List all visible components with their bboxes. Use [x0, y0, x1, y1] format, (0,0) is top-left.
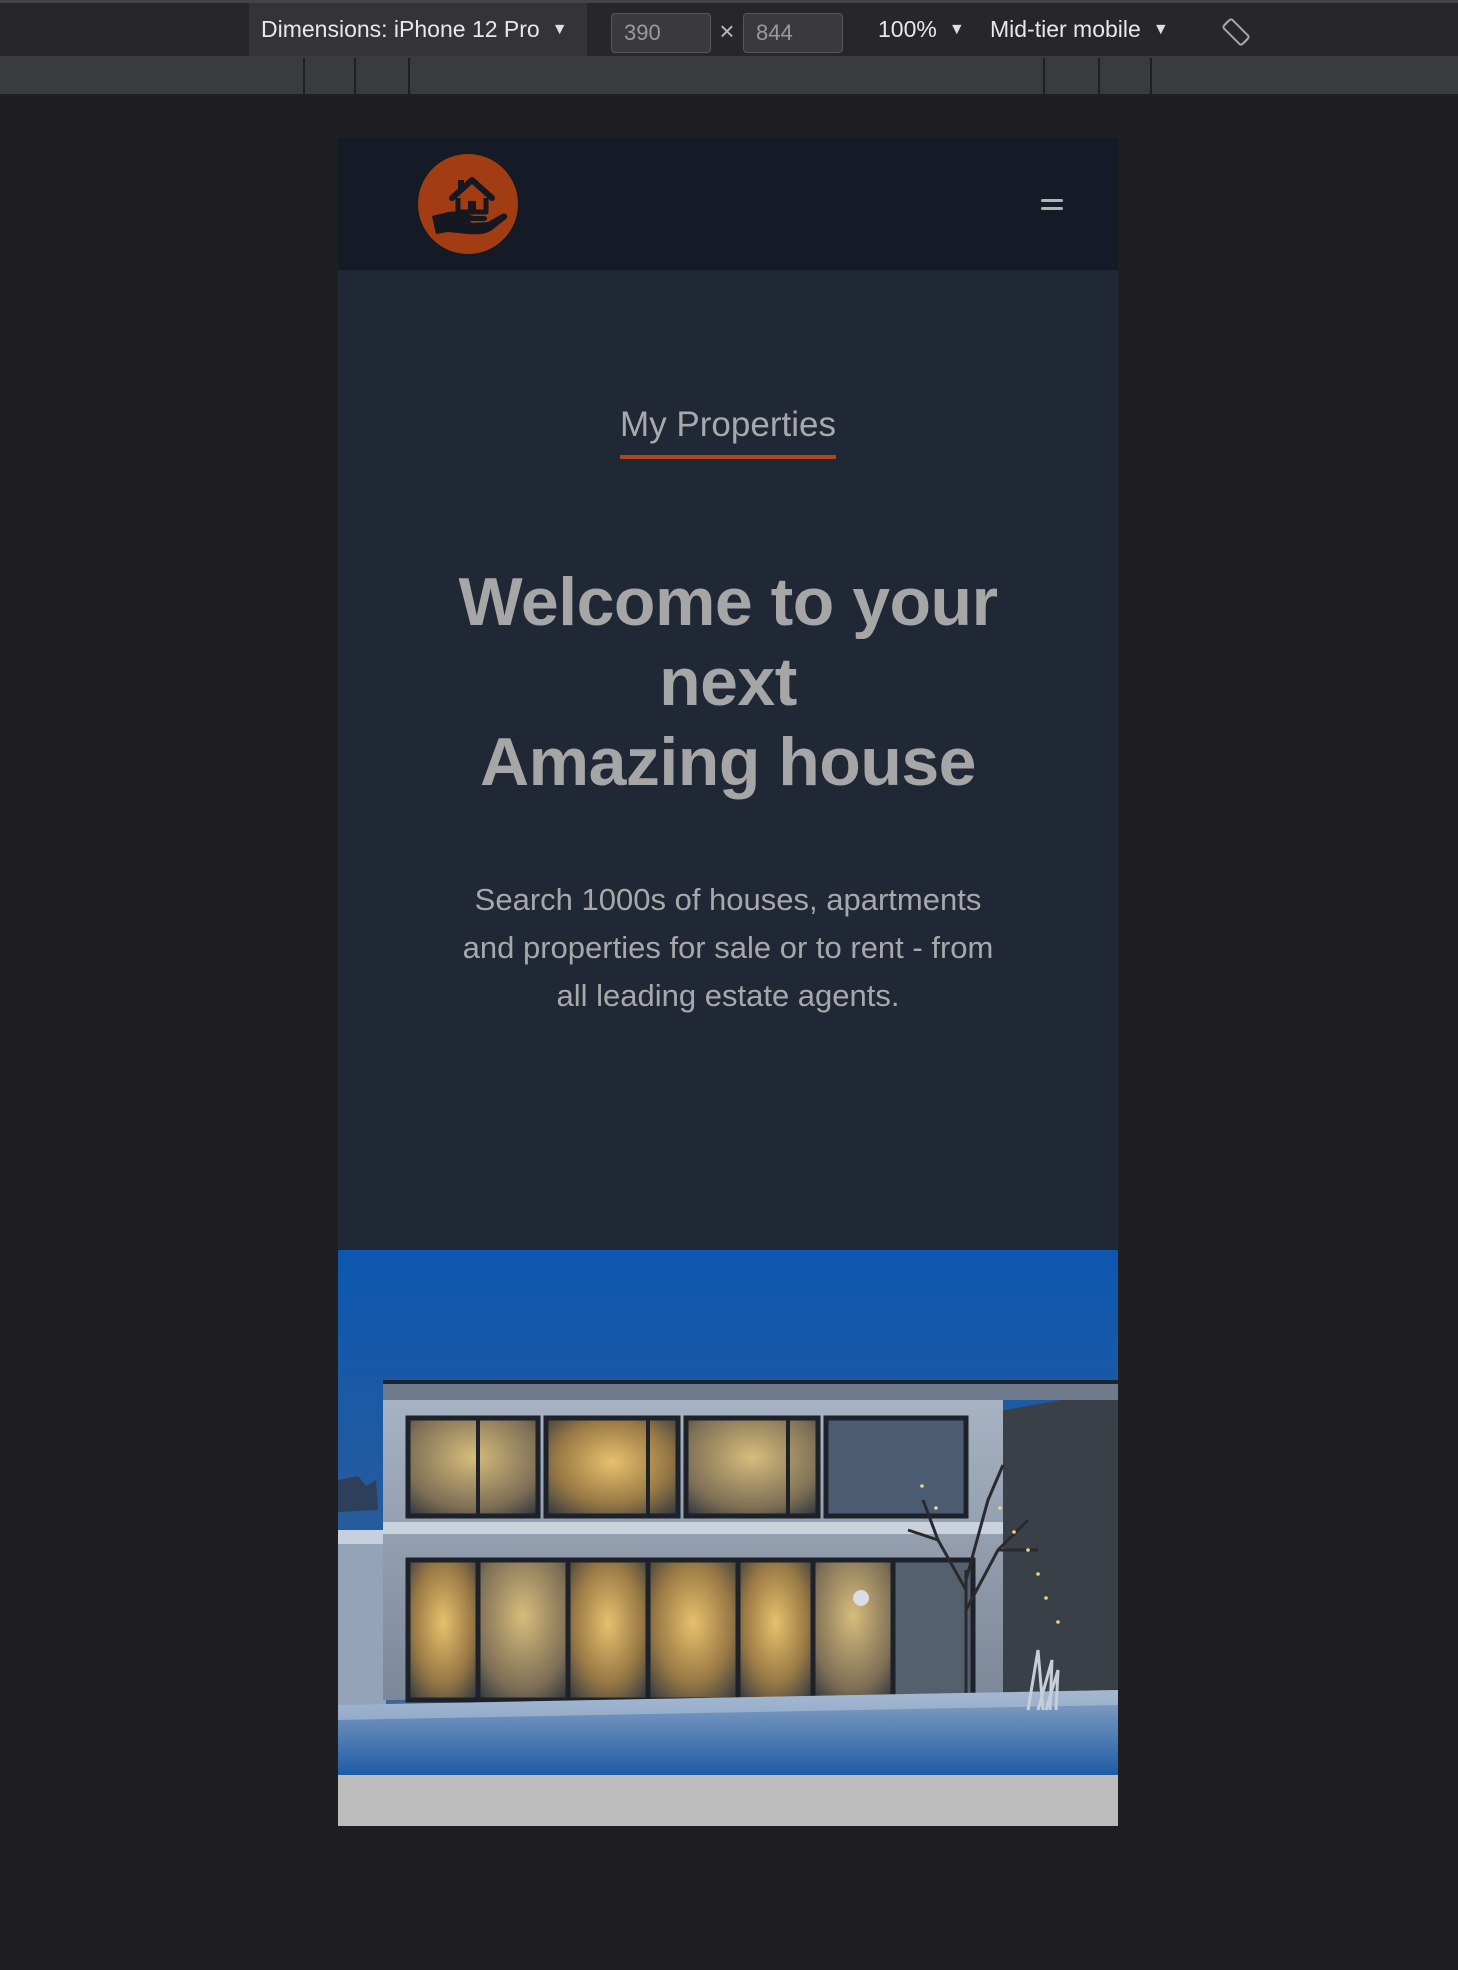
- ruler-divider: [303, 58, 305, 94]
- hamburger-menu-icon[interactable]: [1038, 194, 1068, 218]
- headline-line: Amazing house: [480, 724, 977, 800]
- zoom-label: 100%: [878, 16, 937, 42]
- ruler-divider: [1043, 58, 1045, 94]
- headline-line: Welcome to your: [458, 564, 998, 640]
- hero-headline: Welcome to your next Amazing house: [418, 562, 1038, 802]
- zoom-dropdown[interactable]: 100% ▼: [878, 3, 965, 56]
- device-dimensions-label: Dimensions: iPhone 12 Pro: [261, 16, 540, 42]
- device-toolbar: Dimensions: iPhone 12 Pro ▼ 390 × 844 10…: [0, 0, 1458, 58]
- hero-subtext: Search 1000s of houses, apartments and p…: [462, 882, 994, 1013]
- headline-line: next: [659, 644, 797, 720]
- media-query-ruler[interactable]: [0, 58, 1458, 94]
- ruler-divider: [408, 58, 410, 94]
- ruler-divider: [1098, 58, 1100, 94]
- ruler-divider: [354, 58, 356, 94]
- modern-house-at-dusk-photo: [338, 1250, 1118, 1775]
- brand-title-text: My Properties: [620, 403, 836, 459]
- house-in-hand-icon[interactable]: [418, 154, 518, 254]
- device-dimensions-dropdown[interactable]: Dimensions: iPhone 12 Pro ▼: [249, 3, 587, 56]
- dimension-times-icon: ×: [719, 15, 735, 46]
- throttling-label: Mid-tier mobile: [990, 16, 1141, 42]
- chevron-down-icon: ▼: [1152, 20, 1169, 38]
- device-viewport: My Properties Welcome to your next Amazi…: [338, 138, 1118, 1826]
- throttling-dropdown[interactable]: Mid-tier mobile ▼: [990, 3, 1169, 56]
- brand-title[interactable]: My Properties: [338, 403, 1118, 459]
- ruler-divider: [1150, 58, 1152, 94]
- hero-section: My Properties Welcome to your next Amazi…: [338, 270, 1118, 1252]
- rotate-device-icon[interactable]: [1220, 16, 1252, 48]
- chevron-down-icon: ▼: [551, 20, 568, 38]
- device-height-input[interactable]: 844: [743, 13, 843, 53]
- chevron-down-icon: ▼: [948, 20, 965, 38]
- device-width-input[interactable]: 390: [611, 13, 711, 53]
- site-header: [338, 138, 1118, 270]
